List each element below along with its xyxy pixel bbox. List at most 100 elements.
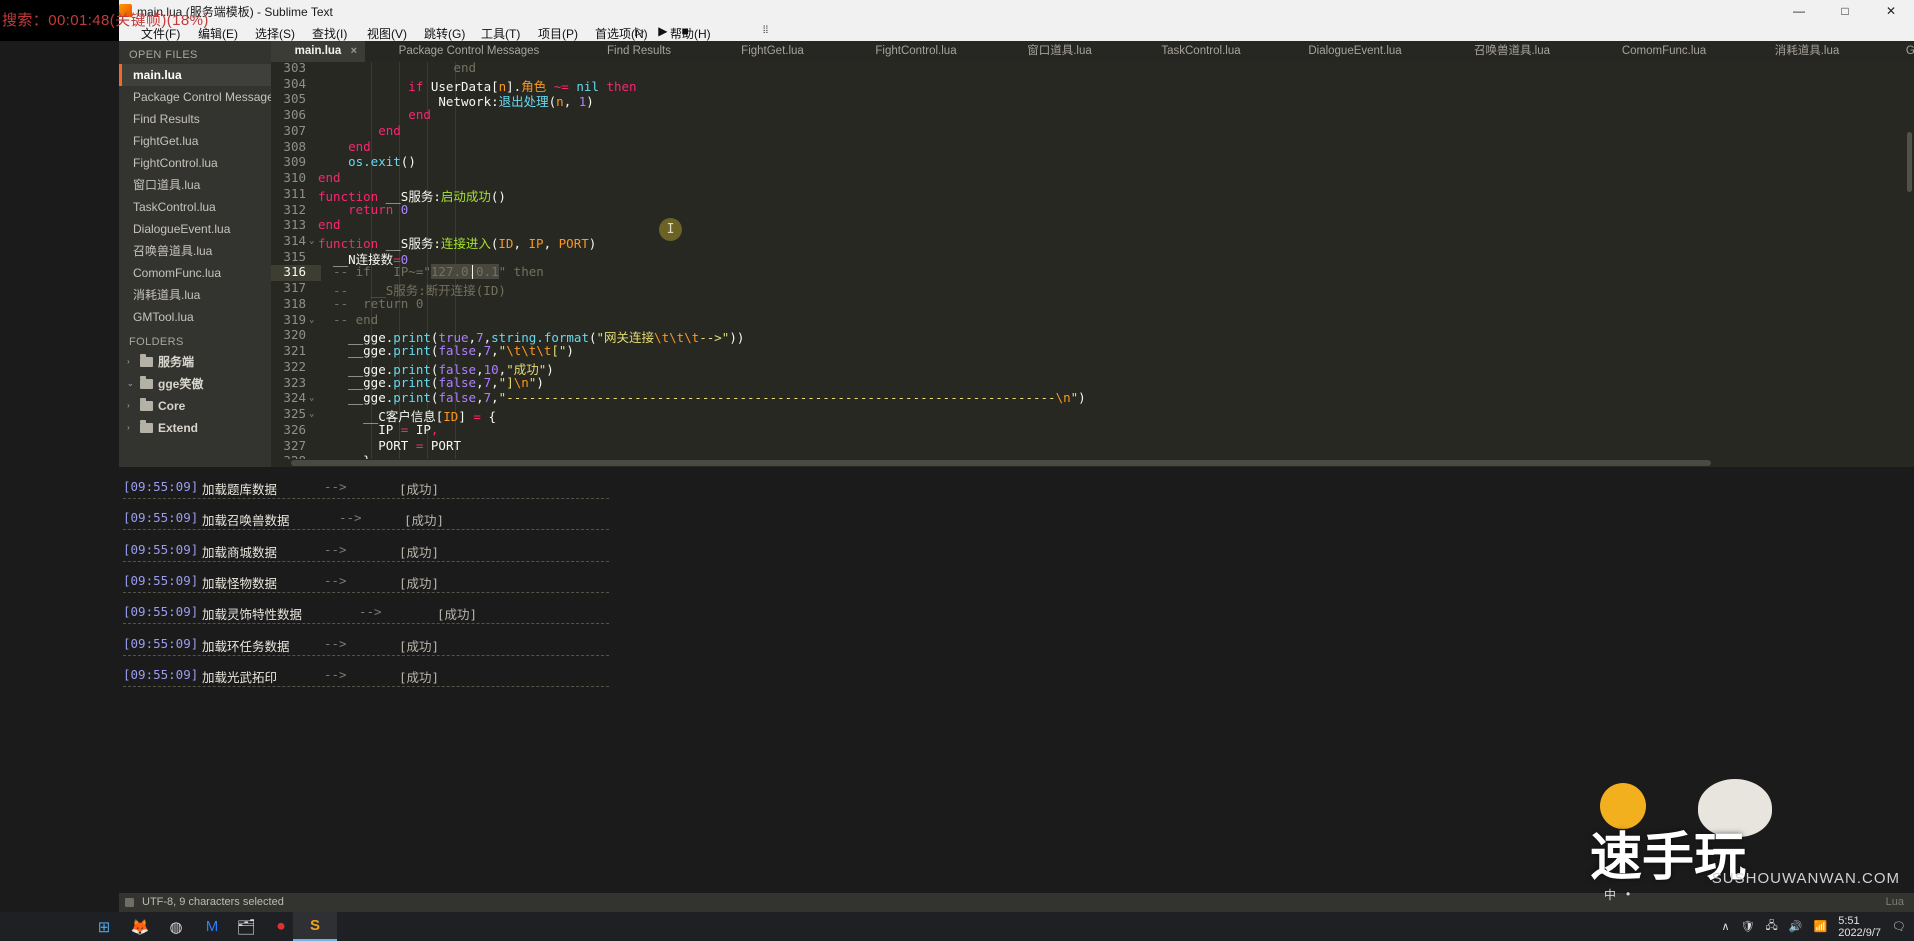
folder-item-4[interactable]: › Extend: [119, 417, 271, 439]
code-line[interactable]: -- if IP~="127.0.0.1" then: [318, 264, 544, 280]
console-status: [成功]: [399, 575, 440, 591]
chevron-right-icon[interactable]: ›: [127, 351, 135, 373]
folder-label: Core: [158, 399, 186, 413]
transport-controls[interactable]: ▷ ▶ ■ ⁞⁞: [635, 24, 768, 38]
notification-center-icon[interactable]: 🗨: [1892, 920, 1906, 933]
code-editor[interactable]: 303 304 305 306 307 308 309 310 311 312 313 314 ⌄ 315…: [271, 62, 1914, 467]
line-number: 324: [283, 390, 306, 406]
editor-tab-8[interactable]: DialogueEvent.lua: [1275, 41, 1435, 62]
open-file-item-1[interactable]: main.lua: [119, 64, 271, 86]
tab-label: ComomFunc.lua: [1621, 45, 1707, 57]
chevron-right-icon[interactable]: ›: [127, 417, 135, 439]
open-file-item-3[interactable]: Find Results: [119, 108, 271, 130]
minimize-button[interactable]: —: [1776, 0, 1822, 22]
maximize-button[interactable]: □: [1822, 0, 1868, 22]
editor-horizontal-scrollbar[interactable]: [271, 459, 1914, 467]
open-files-list[interactable]: main.lua Package Control Messages Find Res…: [119, 64, 271, 328]
chevron-right-icon[interactable]: ›: [127, 395, 135, 417]
code-line[interactable]: end: [318, 170, 341, 185]
window-controls[interactable]: — □ ✕: [1776, 0, 1914, 22]
close-icon[interactable]: ×: [351, 41, 357, 62]
console-divider: [123, 560, 609, 562]
code-line[interactable]: PORT = PORT: [318, 438, 461, 453]
open-file-item-5[interactable]: FightControl.lua: [119, 152, 271, 174]
code-line[interactable]: -- end: [318, 312, 378, 327]
editor-tab-12[interactable]: GMTool.lua: [1875, 41, 1914, 62]
editor-vertical-scrollbar[interactable]: [1907, 132, 1912, 192]
code-line[interactable]: end: [318, 62, 476, 75]
play-icon[interactable]: ▶: [658, 24, 667, 38]
signal-icon[interactable]: 📶: [1814, 920, 1828, 933]
system-tray[interactable]: ∧ 🛡 🖧 🔊 📶 5:51 2022/9/7 🗨: [1722, 912, 1914, 941]
code-fold-arrow-icon[interactable]: ⌄: [309, 393, 314, 403]
editor-tab-2[interactable]: Package Control Messages: [365, 41, 573, 62]
folder-label: 服务端: [158, 355, 195, 369]
ime-indicator[interactable]: 中 •: [1604, 881, 1664, 907]
security-icon[interactable]: 🛡: [1741, 920, 1755, 933]
editor-tab-bar[interactable]: main.lua × Package Control Messages Find Re…: [271, 41, 1914, 62]
open-file-item-9[interactable]: 召唤兽道具.lua: [119, 240, 271, 262]
line-number: 319: [283, 311, 306, 327]
line-number: 317: [283, 280, 306, 296]
code-line[interactable]: __gge.print(false,7,"\t\t\t["): [318, 343, 574, 358]
menu-overflow-icon[interactable]: ⁞⁞: [763, 24, 769, 38]
play-outline-icon[interactable]: ▷: [635, 24, 644, 38]
code-line[interactable]: end: [318, 123, 401, 138]
code-line[interactable]: __gge.print(false,7,"]\n"): [318, 375, 544, 390]
editor-tab-1[interactable]: main.lua ×: [271, 41, 365, 62]
chevron-down-icon[interactable]: ⌄: [127, 373, 135, 395]
open-file-item-4[interactable]: FightGet.lua: [119, 130, 271, 152]
code-line[interactable]: __gge.print(false,7,"-------------------…: [318, 390, 1086, 405]
folder-icon: [140, 398, 153, 411]
folder-item-1[interactable]: › 服务端: [119, 351, 271, 373]
open-file-item-7[interactable]: TaskControl.lua: [119, 196, 271, 218]
code-line[interactable]: end: [318, 139, 371, 154]
code-line[interactable]: return 0: [318, 202, 408, 217]
editor-tab-11[interactable]: 消耗道具.lua: [1739, 41, 1875, 62]
line-number: 303: [283, 62, 306, 75]
editor-tab-9[interactable]: 召唤兽道具.lua: [1435, 41, 1589, 62]
folders-list[interactable]: › 服务端 ⌄ gge笑傲 › Core › Extend: [119, 351, 271, 439]
stop-icon[interactable]: ■: [681, 24, 688, 38]
editor-tab-7[interactable]: TaskControl.lua: [1127, 41, 1275, 62]
volume-icon[interactable]: 🔊: [1789, 920, 1803, 933]
show-hidden-icons-icon[interactable]: ∧: [1722, 920, 1730, 933]
code-fold-arrow-icon[interactable]: ⌄: [309, 409, 314, 419]
code-line[interactable]: os.exit(): [318, 154, 416, 169]
windows-taskbar[interactable]: ∧ 🛡 🖧 🔊 📶 5:51 2022/9/7 🗨 ⊞ 🦊 ◍ M 🗂 ⏺ S: [0, 912, 1914, 941]
explorer-icon: 🗂: [236, 918, 256, 936]
status-syntax-label: Lua: [1885, 896, 1904, 908]
taskbar-clock[interactable]: 5:51 2022/9/7: [1838, 915, 1881, 939]
code-fold-arrow-icon[interactable]: ⌄: [309, 236, 314, 246]
line-number: 308: [283, 138, 306, 154]
code-line[interactable]: IP = IP,: [318, 422, 438, 437]
folder-item-2[interactable]: ⌄ gge笑傲: [119, 373, 271, 395]
editor-tab-10[interactable]: ComomFunc.lua: [1589, 41, 1739, 62]
console-timestamp: [09:55:09]: [123, 666, 199, 682]
editor-tab-4[interactable]: FightGet.lua: [705, 41, 840, 62]
code-fold-arrow-icon[interactable]: ⌄: [309, 315, 314, 325]
editor-tab-5[interactable]: FightControl.lua: [840, 41, 992, 62]
open-file-item-8[interactable]: DialogueEvent.lua: [119, 218, 271, 240]
code-line[interactable]: end: [318, 107, 431, 122]
open-file-item-2[interactable]: Package Control Messages: [119, 86, 271, 108]
scrollbar-thumb[interactable]: [291, 460, 1711, 466]
console-message: 加载光武拓印: [202, 669, 278, 685]
open-file-item-12[interactable]: GMTool.lua: [119, 306, 271, 328]
open-file-item-10[interactable]: ComomFunc.lua: [119, 262, 271, 284]
line-number-gutter: 303 304 305 306 307 308 309 310 311 312 313 314 ⌄ 315…: [271, 62, 321, 467]
line-number: 325: [283, 406, 306, 422]
editor-tab-3[interactable]: Find Results: [573, 41, 705, 62]
taskbar-sublime-text[interactable]: S: [293, 912, 337, 941]
code-line[interactable]: end: [318, 217, 341, 232]
editor-tab-6[interactable]: 窗口道具.lua: [992, 41, 1127, 62]
open-file-item-11[interactable]: 消耗道具.lua: [119, 284, 271, 306]
folder-item-3[interactable]: › Core: [119, 395, 271, 417]
close-button[interactable]: ✕: [1868, 0, 1914, 22]
network-icon[interactable]: 🖧: [1766, 917, 1778, 936]
code-line[interactable]: -- return 0: [318, 296, 423, 311]
open-file-item-6[interactable]: 窗口道具.lua: [119, 174, 271, 196]
clock-date: 2022/9/7: [1838, 926, 1882, 939]
title-bar: main.lua (服务端模板) - Sublime Text — □ ✕: [0, 0, 1914, 22]
console-divider: [123, 623, 609, 625]
